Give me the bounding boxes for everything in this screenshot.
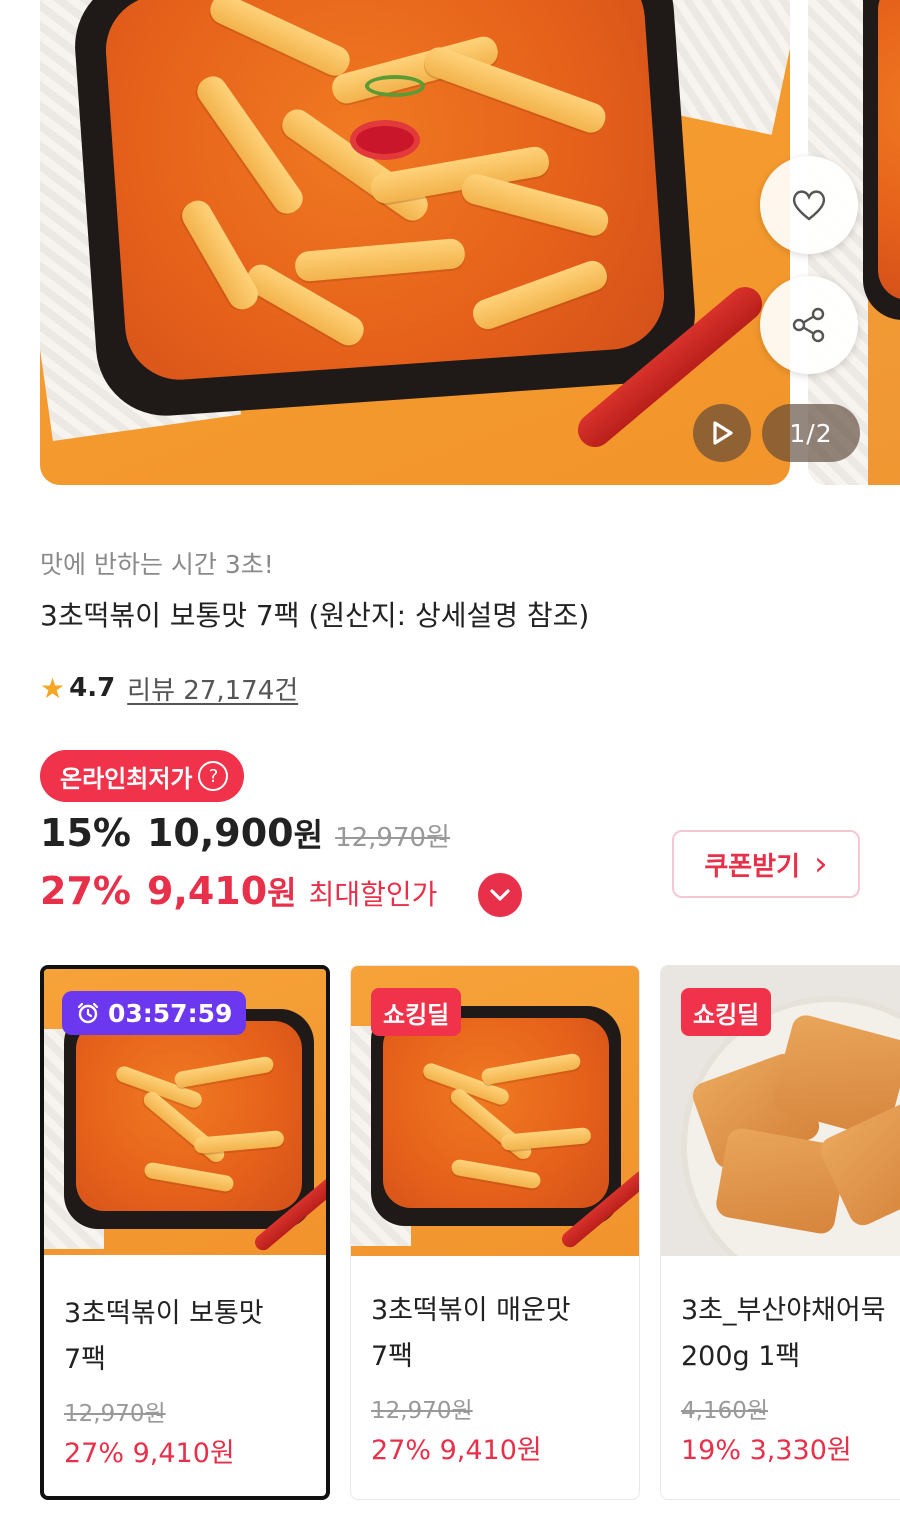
product-rating: ★ 4.7 리뷰 27,174건 xyxy=(40,670,298,706)
product-card-original-price: 12,970원 xyxy=(371,1398,473,1424)
heart-icon xyxy=(792,190,826,221)
max-discount-price[interactable]: 27% 9,410 원 최대할인가 xyxy=(40,868,437,924)
product-main-image[interactable] xyxy=(40,0,790,485)
alarm-clock-icon xyxy=(77,1002,99,1024)
shocking-deal-badge: 쇼킹딜 xyxy=(371,988,462,1036)
product-card[interactable]: 03:57:59 3초떡볶이 보통맛 7팩 12,970원 27% 9,410원 xyxy=(40,965,330,1500)
product-title: 3초떡볶이 보통맛 7팩 (원산지: 상세설명 참조) xyxy=(40,599,590,632)
coupon-button[interactable]: 쿠폰받기 › xyxy=(672,830,860,898)
product-card-sale-price: 27% 9,410원 xyxy=(371,1435,542,1466)
product-thumbnail: 쇼킹딜 xyxy=(661,966,900,1256)
product-image-gallery[interactable]: 1/2 xyxy=(0,0,900,488)
lowest-price-badge[interactable]: 온라인최저가 ? xyxy=(40,750,245,802)
product-card-sale-price: 27% 9,410원 xyxy=(64,1438,235,1469)
price-amount: 10,900 xyxy=(146,811,294,855)
star-icon: ★ xyxy=(40,671,66,705)
chili-garnish xyxy=(350,120,420,160)
like-button[interactable] xyxy=(760,156,858,254)
product-card-name: 3초떡볶이 보통맛 7팩 xyxy=(64,1298,264,1375)
shocking-deal-badge: 쇼킹딜 xyxy=(681,988,772,1036)
chevron-right-icon: › xyxy=(814,844,828,884)
help-icon[interactable]: ? xyxy=(198,761,229,791)
badge-label: 온라인최저가 xyxy=(60,764,193,793)
video-play-button[interactable] xyxy=(693,404,751,462)
max-discount-label: 최대할인가 xyxy=(308,878,438,911)
chevron-down-icon xyxy=(490,889,510,901)
product-card-original-price: 12,970원 xyxy=(64,1401,166,1427)
related-products-carousel[interactable]: 03:57:59 3초떡볶이 보통맛 7팩 12,970원 27% 9,410원… xyxy=(0,965,900,1505)
timer-text: 03:57:59 xyxy=(108,998,233,1028)
product-thumbnail: 03:57:59 xyxy=(44,969,326,1255)
share-button[interactable] xyxy=(760,276,858,374)
product-thumbnail: 쇼킹딜 xyxy=(351,966,639,1256)
gallery-pager: 1/2 xyxy=(762,404,860,462)
discount-rate: 15% xyxy=(40,811,131,855)
play-icon xyxy=(713,421,733,445)
product-card-name: 3초_부산야채어묵 200g 1팩 xyxy=(681,1295,886,1372)
review-count-link[interactable]: 리뷰 27,174건 xyxy=(127,670,298,707)
green-onion-garnish xyxy=(365,75,425,97)
expand-discount-button[interactable] xyxy=(478,873,522,917)
max-discount-rate: 27% xyxy=(40,869,131,913)
price-currency: 원 xyxy=(293,816,324,854)
sauce-image xyxy=(878,0,900,300)
product-card-name: 3초떡볶이 매운맛 7팩 xyxy=(371,1295,571,1372)
product-card-sale-price: 19% 3,330원 xyxy=(681,1435,852,1466)
coupon-label: 쿠폰받기 xyxy=(704,851,801,882)
current-price: 15% 10,900 원 12,970원 xyxy=(40,810,450,862)
original-price: 12,970원 xyxy=(335,823,450,853)
rating-score: 4.7 xyxy=(69,673,116,703)
deal-timer: 03:57:59 xyxy=(62,991,247,1035)
share-icon xyxy=(792,307,825,343)
max-price-amount: 9,410 xyxy=(146,869,268,913)
product-card[interactable]: 쇼킹딜 3초떡볶이 매운맛 7팩 12,970원 27% 9,410원 xyxy=(350,965,640,1500)
product-subtitle: 맛에 반하는 시간 3초! xyxy=(40,550,274,579)
product-card-original-price: 4,160원 xyxy=(681,1398,769,1424)
max-price-currency: 원 xyxy=(267,874,297,912)
product-card[interactable]: 쇼킹딜 3초_부산야채어묵 200g 1팩 4,160원 19% 3,330원 xyxy=(660,965,900,1500)
